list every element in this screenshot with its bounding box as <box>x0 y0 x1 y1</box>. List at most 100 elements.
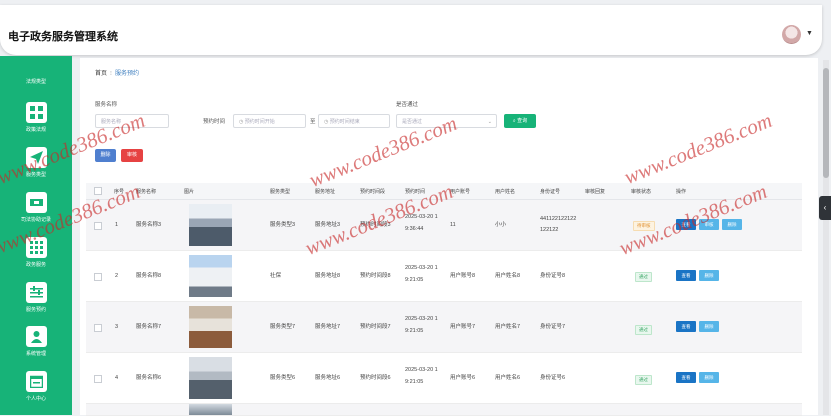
cell-time-clock: 9:36:44 <box>405 226 424 232</box>
cell-idcard-2: 122122 <box>540 227 559 233</box>
cell-address: 服务地址8 <box>315 273 341 279</box>
cell-no: 2 <box>115 273 119 279</box>
sidebar-item-label: 司法协助记录 <box>20 217 51 223</box>
cell-name: 服务名称7 <box>136 324 162 330</box>
table-header: 序号 服务名称 图片 服务类型 服务地址 预约时间段 预约时间 用户账号 用户姓… <box>86 183 802 200</box>
cell-slot: 预约时间段7 <box>360 324 391 330</box>
breadcrumb-separator: ⁝ <box>110 71 112 77</box>
avatar[interactable] <box>782 25 801 44</box>
cell-idcard-1: 441122122122 <box>540 216 577 222</box>
th-name: 服务名称 <box>136 189 157 195</box>
view-button[interactable]: 查看 <box>676 270 696 281</box>
breadcrumb-current: 服务预约 <box>114 71 139 77</box>
th-no: 序号 <box>114 189 125 195</box>
cell-no: 3 <box>115 324 119 330</box>
time-to-label: 至 <box>310 119 316 125</box>
cell-type: 服务类型7 <box>270 324 296 330</box>
cell-username: 用户姓名7 <box>495 324 521 330</box>
delete-row-button[interactable]: 删除 <box>699 270 719 281</box>
th-type: 服务类型 <box>270 189 291 195</box>
breadcrumb: 首页 ⁝ 服务预约 <box>95 68 139 77</box>
status-badge: 通过 <box>635 375 652 385</box>
table-row: 2 服务名称8 社保 服务地址8 预约时间段8 2025-03-20 1 9:2… <box>86 251 802 302</box>
time-start-placeholder: 预约时间开始 <box>244 119 275 125</box>
row-checkbox[interactable] <box>94 222 102 230</box>
audit-row-button[interactable]: 审核 <box>699 219 719 230</box>
service-name-input[interactable]: 服务名称 <box>95 114 169 128</box>
query-button[interactable]: ⌕ 查询 <box>504 114 536 128</box>
cell-address: 服务地址7 <box>315 324 341 330</box>
row-image <box>189 204 232 246</box>
sidebar-item-policy[interactable]: 政策法规 <box>0 102 72 133</box>
time-end-placeholder: 预约时间结束 <box>329 119 360 125</box>
cell-name: 服务名称3 <box>136 222 162 228</box>
app-title: 电子政务服务管理系统 <box>8 31 118 43</box>
service-name-label: 服务名称 <box>95 102 118 108</box>
cell-idcard-1: 身份证号7 <box>540 324 566 330</box>
cell-slot: 预约时间段3 <box>360 222 391 228</box>
top-bar: 电子政务服务管理系统 ▼ <box>0 0 831 56</box>
cell-type: 服务类型3 <box>270 222 296 228</box>
table-row <box>86 404 802 416</box>
query-button-label: 查询 <box>517 118 528 124</box>
cell-no: 1 <box>115 222 119 228</box>
table-row: 1 服务名称3 服务类型3 服务地址3 预约时间段3 2025-03-20 1 … <box>86 200 802 251</box>
sidebar-item-judicial[interactable]: 司法协助记录 <box>0 192 72 223</box>
cell-username: 用户姓名6 <box>495 375 521 381</box>
row-checkbox[interactable] <box>94 324 102 332</box>
breadcrumb-home[interactable]: 首页 <box>95 71 107 77</box>
sidebar: 法规类型 政策法规 服务类型 司法协助记录 政务服务 服务预约 系统管理 个人中… <box>0 56 72 415</box>
th-actions: 操作 <box>676 189 687 195</box>
approved-select[interactable]: 是否通过 ⌄ <box>396 114 497 128</box>
th-status: 审核状态 <box>631 189 652 195</box>
sidebar-item-system[interactable]: 系统管理 <box>0 326 72 357</box>
cell-time-clock: 9:21:05 <box>405 277 424 283</box>
chevron-down-icon[interactable]: ▼ <box>806 30 813 37</box>
select-all-checkbox[interactable] <box>94 187 102 195</box>
chevron-left-icon[interactable]: ‹ <box>819 196 831 220</box>
apps-icon <box>25 237 47 258</box>
sidebar-item-profile[interactable]: 个人中心 <box>0 371 72 402</box>
sidebar-item-gov-service[interactable]: 政务服务 <box>0 237 72 268</box>
th-slot: 预约时间段 <box>360 189 386 195</box>
status-badge: 待审核 <box>633 221 655 231</box>
sidebar-item-law-type[interactable]: 法规类型 <box>0 78 72 85</box>
cell-username: 用户姓名8 <box>495 273 521 279</box>
view-button[interactable]: 查看 <box>676 321 696 332</box>
th-image: 图片 <box>184 189 195 195</box>
delete-button[interactable]: 删除 <box>95 149 116 162</box>
sidebar-item-appointment[interactable]: 服务预约 <box>0 282 72 313</box>
time-start-input[interactable]: ◷ 预约时间开始 <box>233 114 306 128</box>
delete-row-button[interactable]: 删除 <box>699 321 719 332</box>
time-end-input[interactable]: ◷ 预约时间结束 <box>318 114 390 128</box>
sidebar-item-service-type[interactable]: 服务类型 <box>0 147 72 178</box>
cell-idcard-1: 身份证号8 <box>540 273 566 279</box>
scrollbar-thumb[interactable] <box>823 68 829 178</box>
cell-account: 用户账号6 <box>450 375 476 381</box>
row-image <box>189 306 232 348</box>
cell-no: 4 <box>115 375 119 381</box>
ticket-icon <box>25 192 47 213</box>
row-image <box>189 404 232 415</box>
view-button[interactable]: 查看 <box>676 219 696 230</box>
cell-account: 11 <box>450 222 456 228</box>
audit-button[interactable]: 审核 <box>121 149 143 162</box>
delete-row-button[interactable]: 删除 <box>722 219 742 230</box>
th-reply: 审核回复 <box>585 189 606 195</box>
cell-time-clock: 9:21:05 <box>405 328 424 334</box>
approved-select-value: 是否通过 <box>402 119 423 125</box>
row-image <box>189 357 232 399</box>
cell-time-clock: 9:21:05 <box>405 379 424 385</box>
row-checkbox[interactable] <box>94 375 102 383</box>
th-username: 用户姓名 <box>495 189 516 195</box>
row-checkbox[interactable] <box>94 273 102 281</box>
cell-address: 服务地址6 <box>315 375 341 381</box>
th-time: 预约时间 <box>405 189 426 195</box>
view-button[interactable]: 查看 <box>676 372 696 383</box>
cell-time-date: 2025-03-20 1 <box>405 367 438 373</box>
delete-row-button[interactable]: 删除 <box>699 372 719 383</box>
cell-name: 服务名称8 <box>136 273 162 279</box>
main-content: 首页 ⁝ 服务预约 服务名称 服务名称 预约时间 ◷ 预约时间开始 至 ◷ 预约时间… <box>80 58 818 416</box>
cell-name: 服务名称6 <box>136 375 162 381</box>
cell-time-date: 2025-03-20 1 <box>405 316 438 322</box>
